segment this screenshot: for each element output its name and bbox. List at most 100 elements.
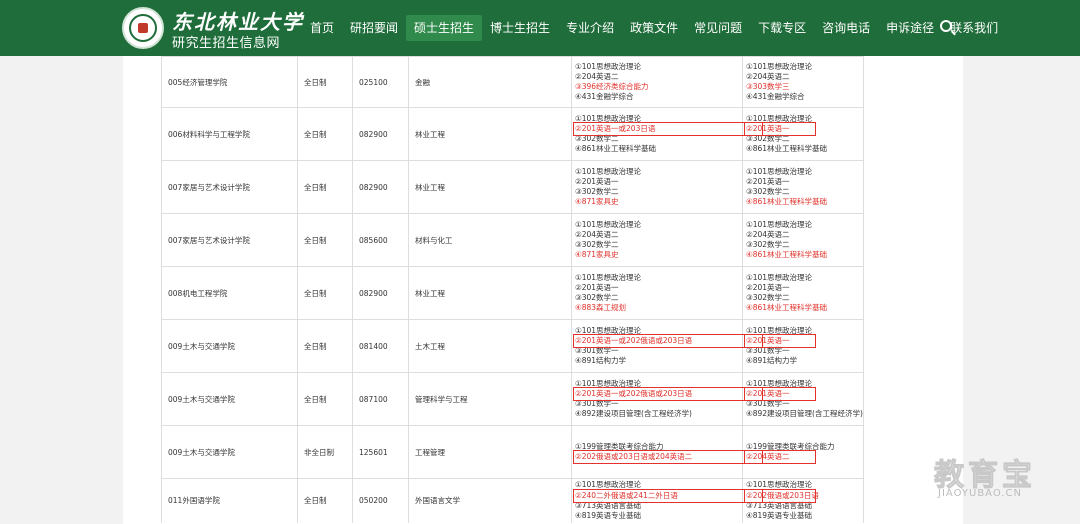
college-cell: 007家居与艺术设计学院	[161, 160, 298, 214]
subject-line: ②202俄语或203日语或204英语二	[575, 452, 693, 461]
subject-line: ④861林业工程科学基础	[746, 197, 828, 207]
major-code-cell: 025100	[352, 56, 409, 108]
major-code-cell: 082900	[352, 266, 409, 320]
major-code-cell: 082900	[352, 107, 409, 161]
table-row: 009土木与交通学院 非全日制 125601 工程管理 ①199管理类联考综合能力 ②20…	[161, 425, 864, 479]
exam-subjects-cell: ①101思想政治理论 ②204英语二 ③396经济类综合能力 ④431金融学综合	[571, 56, 743, 108]
subject-line: ④861林业工程科学基础	[575, 144, 657, 154]
old-subjects-cell: ①101思想政治理论 ②201英语一 ③302数学二 ④861林业工程科学基础	[742, 160, 864, 214]
main-nav: 首页 研招要闻 硕士生招生 博士生招生 专业介绍 政策文件 常见问题 下载专区 咨询电话 申诉途径…	[302, 15, 1006, 41]
subject-line: ②201英语一	[746, 335, 790, 345]
subject-line: ③713英语语言基础	[746, 500, 813, 510]
subject-line: ①101思想政治理论	[746, 480, 813, 490]
university-logo[interactable]	[122, 7, 164, 49]
subject-line: ①101思想政治理论	[575, 480, 642, 490]
subject-line: ①101思想政治理论	[746, 166, 813, 176]
major-code-cell: 085600	[352, 213, 409, 267]
nav-item[interactable]: 联系我们	[942, 15, 1006, 41]
study-mode-cell: 全日制	[297, 107, 353, 161]
old-subjects-cell: ①199管理类联考综合能力 ②204英语二	[742, 425, 864, 479]
subject-line: ②204英语二	[575, 229, 619, 239]
subject-line: ③713英语语言基础	[575, 500, 642, 510]
subject-line: ④891结构力学	[575, 356, 627, 366]
major-code-cell: 125601	[352, 425, 409, 479]
subject-line: ②201英语一	[746, 282, 790, 292]
university-name: 东北林业大学	[172, 10, 304, 34]
subject-line: ①101思想政治理论	[575, 219, 642, 229]
major-code-cell: 081400	[352, 319, 409, 373]
major-code-cell: 050200	[352, 478, 409, 523]
major-name-cell: 材料与化工	[408, 213, 572, 267]
subject-line: ④819英语专业基础	[746, 510, 813, 520]
nav-item[interactable]: 政策文件	[622, 15, 686, 41]
nav-item[interactable]: 专业介绍	[558, 15, 622, 41]
subject-line: ②201英语一	[746, 388, 790, 398]
subject-line: ④871家具史	[575, 197, 619, 207]
college-cell: 005经济管理学院	[161, 56, 298, 108]
major-name-cell: 金融	[408, 56, 572, 108]
nav-item[interactable]: 首页	[302, 15, 342, 41]
subject-line: ③302数学二	[746, 187, 790, 196]
site-subtitle: 研究生招生信息网	[172, 36, 281, 51]
major-name-cell: 外国语言文学	[408, 478, 572, 523]
major-name-cell: 林业工程	[408, 107, 572, 161]
subject-line: ③303数学三	[746, 82, 790, 91]
watermark-url: JIAOYUBAO.CN	[938, 488, 1022, 499]
old-subjects-cell: ①101思想政治理论 ②201英语一 ③301数学一 ④891结构力学	[742, 319, 864, 373]
subject-line: ①199管理类联考综合能力	[746, 441, 835, 451]
study-mode-cell: 全日制	[297, 266, 353, 320]
subject-line: ④883森工规划	[575, 303, 627, 313]
subject-line: ③301数学一	[746, 399, 790, 408]
subject-line: ③396经济类综合能力	[575, 82, 649, 91]
table-row: 008机电工程学院 全日制 082900 林业工程 ①101思想政治理论 ②201英语一 ③…	[161, 266, 864, 320]
subject-line: ③302数学二	[746, 134, 790, 143]
subject-line: ①101思想政治理论	[575, 61, 642, 71]
table-row: 009土木与交通学院 全日制 081400 土木工程 ①101思想政治理论 ②201英语一…	[161, 319, 864, 373]
subject-line: ④861林业工程科学基础	[746, 144, 828, 154]
study-mode-cell: 全日制	[297, 319, 353, 373]
exam-subjects-cell: ①101思想政治理论 ②201英语一或202俄语或203日语 ③301数学一 ④892…	[571, 372, 743, 426]
old-subjects-cell: ①101思想政治理论 ②202俄语或203日语 ③713英语语言基础 ④819英语专业…	[742, 478, 864, 523]
table-row: 006材料科学与工程学院 全日制 082900 林业工程 ①101思想政治理论 ②201英…	[161, 107, 864, 161]
major-name-cell: 管理科学与工程	[408, 372, 572, 426]
subject-line: ①101思想政治理论	[575, 113, 642, 123]
study-mode-cell: 全日制	[297, 213, 353, 267]
college-cell: 006材料科学与工程学院	[161, 107, 298, 161]
table-row: 007家居与艺术设计学院 全日制 082900 林业工程 ①101思想政治理论 ②201英…	[161, 160, 864, 214]
old-subjects-cell: ①101思想政治理论 ②201英语一 ③302数学二 ④861林业工程科学基础	[742, 266, 864, 320]
table-row: 007家居与艺术设计学院 全日制 085600 材料与化工 ①101思想政治理论 ②204…	[161, 213, 864, 267]
college-cell: 009土木与交通学院	[161, 372, 298, 426]
subject-line: ②201英语一	[575, 176, 619, 186]
study-mode-cell: 全日制	[297, 478, 353, 523]
subject-line: ④431金融学综合	[575, 92, 634, 102]
college-cell: 007家居与艺术设计学院	[161, 213, 298, 267]
subject-line: ③302数学二	[575, 240, 619, 249]
subject-line: ①101思想政治理论	[746, 378, 813, 388]
subject-line: ③302数学二	[746, 240, 790, 249]
subject-line: ③301数学一	[746, 346, 790, 355]
nav-item[interactable]: 硕士生招生	[406, 15, 483, 41]
nav-item[interactable]: 研招要闻	[342, 15, 406, 41]
study-mode-cell: 全日制	[297, 160, 353, 214]
exam-subjects-cell: ①199管理类联考综合能力 ②202俄语或203日语或204英语二	[571, 425, 743, 479]
nav-item[interactable]: 博士生招生	[482, 15, 558, 41]
subject-line: ②201英语一	[746, 123, 790, 133]
site-header: 东北林业大学 研究生招生信息网 首页 研招要闻 硕士生招生 博士生招生 专业介绍 政策文件…	[0, 0, 1080, 56]
study-mode-cell: 非全日制	[297, 425, 353, 479]
college-cell: 009土木与交通学院	[161, 425, 298, 479]
nav-item[interactable]: 申诉途径	[878, 15, 942, 41]
subject-line: ①101思想政治理论	[746, 113, 813, 123]
nav-item[interactable]: 下载专区	[750, 15, 814, 41]
exam-subjects-cell: ①101思想政治理论 ②201英语一或202俄语或203日语 ③301数学一 ④891…	[571, 319, 743, 373]
subject-line: ④861林业工程科学基础	[746, 303, 828, 313]
subject-line: ②201英语一	[746, 176, 790, 186]
subject-line: ④871家具史	[575, 250, 619, 260]
old-subjects-cell: ①101思想政治理论 ②204英语二 ③302数学二 ④861林业工程科学基础	[742, 213, 864, 267]
major-name-cell: 工程管理	[408, 425, 572, 479]
subject-line: ②204英语二	[746, 71, 790, 81]
college-cell: 008机电工程学院	[161, 266, 298, 320]
nav-item[interactable]: 常见问题	[686, 15, 750, 41]
nav-item[interactable]: 咨询电话	[814, 15, 878, 41]
subject-line: ②240二外俄语或241二外日语	[575, 490, 678, 500]
search-icon[interactable]	[940, 20, 952, 32]
